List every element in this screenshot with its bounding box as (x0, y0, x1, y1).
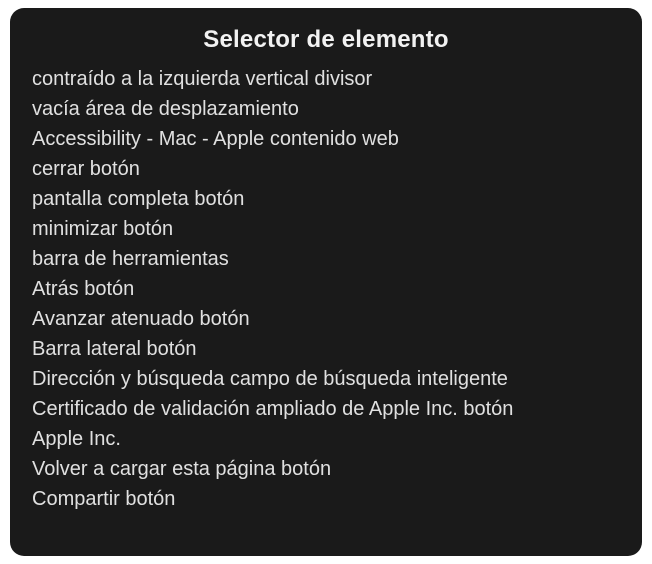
list-item[interactable]: minimizar botón (32, 214, 620, 244)
list-item[interactable]: contraído a la izquierda vertical diviso… (32, 64, 620, 94)
list-item[interactable]: Certificado de validación ampliado de Ap… (32, 394, 620, 424)
list-item[interactable]: Accessibility - Mac - Apple contenido we… (32, 124, 620, 154)
list-item[interactable]: vacía área de desplazamiento (32, 94, 620, 124)
list-item[interactable]: Barra lateral botón (32, 334, 620, 364)
list-item[interactable]: cerrar botón (32, 154, 620, 184)
list-item[interactable]: Volver a cargar esta página botón (32, 454, 620, 484)
list-item[interactable]: Avanzar atenuado botón (32, 304, 620, 334)
list-item[interactable]: Dirección y búsqueda campo de búsqueda i… (32, 364, 620, 394)
item-chooser-panel: Selector de elemento contraído a la izqu… (10, 8, 642, 556)
panel-title: Selector de elemento (32, 26, 620, 54)
list-item[interactable]: Atrás botón (32, 274, 620, 304)
list-item[interactable]: Compartir botón (32, 484, 620, 514)
element-list: contraído a la izquierda vertical diviso… (32, 64, 620, 514)
list-item[interactable]: Apple Inc. (32, 424, 620, 454)
list-item[interactable]: pantalla completa botón (32, 184, 620, 214)
list-item[interactable]: barra de herramientas (32, 244, 620, 274)
